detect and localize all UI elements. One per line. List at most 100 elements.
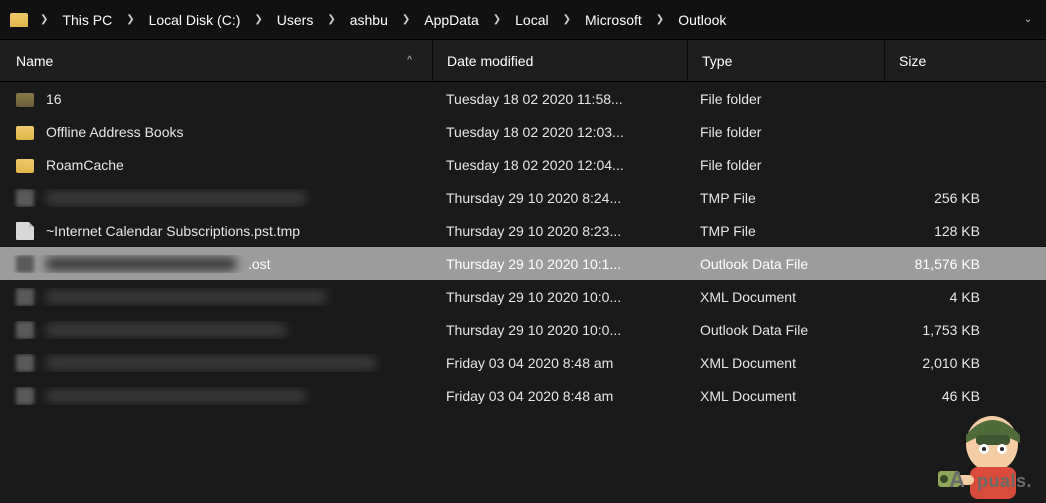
table-row[interactable]: Friday 03 04 2020 8:48 amXML Document2,0… <box>0 346 1046 379</box>
header-type[interactable]: Type <box>688 40 884 81</box>
header-label: Date modified <box>447 53 533 69</box>
blur-icon <box>16 255 34 273</box>
table-row[interactable]: RoamCache Tuesday 18 02 2020 12:04...File… <box>0 148 1046 181</box>
sort-indicator-icon: ^ <box>407 55 412 66</box>
blur-icon <box>16 321 34 339</box>
folder-icon <box>16 126 34 140</box>
watermark-overlay: Appuals. <box>892 409 1042 499</box>
cell-date: Friday 03 04 2020 8:48 am <box>432 355 686 371</box>
breadcrumb-item[interactable]: AppData <box>418 12 484 28</box>
table-row[interactable]: Thursday 29 10 2020 10:0...XML Document4… <box>0 280 1046 313</box>
file-name: 16 <box>46 91 62 107</box>
breadcrumb-item[interactable]: Local Disk (C:) <box>143 12 247 28</box>
cell-name <box>0 387 432 405</box>
cell-name: 16 <box>0 91 432 107</box>
cell-name <box>0 321 432 339</box>
breadcrumb[interactable]: ❯ This PC ❯ Local Disk (C:) ❯ Users ❯ as… <box>0 0 1046 40</box>
table-row[interactable]: Offline Address Books Tuesday 18 02 2020 … <box>0 115 1046 148</box>
breadcrumb-item[interactable]: Microsoft <box>579 12 648 28</box>
file-list: 16Tuesday 18 02 2020 11:58...File folder… <box>0 82 1046 412</box>
watermark-text: Appuals. <box>949 467 1032 493</box>
redacted-name <box>46 257 236 271</box>
cell-type: XML Document <box>686 355 882 371</box>
cell-type: XML Document <box>686 289 882 305</box>
file-name: .ost <box>248 256 271 272</box>
cell-name: .ost <box>0 255 432 273</box>
breadcrumb-item[interactable]: Users <box>271 12 320 28</box>
table-row[interactable]: .ost Thursday 29 10 2020 10:1...Outlook D… <box>0 247 1046 280</box>
cell-date: Tuesday 18 02 2020 12:03... <box>432 124 686 140</box>
redacted-name <box>46 323 286 337</box>
chevron-right-icon[interactable]: ❯ <box>32 14 56 25</box>
redacted-name <box>46 356 376 370</box>
doc-icon <box>16 222 34 240</box>
table-row[interactable]: Thursday 29 10 2020 8:24...TMP File256 K… <box>0 181 1046 214</box>
redacted-name <box>46 290 326 304</box>
column-headers: Name ^ Date modified Type Size <box>0 40 1046 82</box>
cell-date: Friday 03 04 2020 8:48 am <box>432 388 686 404</box>
chevron-right-icon[interactable]: ❯ <box>246 14 270 25</box>
table-row[interactable]: Friday 03 04 2020 8:48 amXML Document46 … <box>0 379 1046 412</box>
header-label: Name <box>16 53 53 69</box>
file-name: Offline Address Books <box>46 124 183 140</box>
cell-size: 4 KB <box>882 289 1002 305</box>
cell-type: Outlook Data File <box>686 256 882 272</box>
folder-dim-icon <box>16 93 34 107</box>
cell-date: Tuesday 18 02 2020 11:58... <box>432 91 686 107</box>
cell-type: File folder <box>686 157 882 173</box>
cell-type: TMP File <box>686 190 882 206</box>
cell-size: 2,010 KB <box>882 355 1002 371</box>
cell-type: TMP File <box>686 223 882 239</box>
redacted-name <box>46 389 306 403</box>
breadcrumb-item[interactable]: ashbu <box>344 12 394 28</box>
header-name[interactable]: Name ^ <box>0 40 432 81</box>
cell-type: File folder <box>686 124 882 140</box>
cell-date: Tuesday 18 02 2020 12:04... <box>432 157 686 173</box>
cell-name <box>0 354 432 372</box>
chevron-right-icon[interactable]: ❯ <box>555 14 579 25</box>
cell-date: Thursday 29 10 2020 8:23... <box>432 223 686 239</box>
cell-size: 46 KB <box>882 388 1002 404</box>
cell-name <box>0 189 432 207</box>
table-row[interactable]: Thursday 29 10 2020 10:0...Outlook Data … <box>0 313 1046 346</box>
cell-date: Thursday 29 10 2020 10:0... <box>432 289 686 305</box>
cell-name: RoamCache <box>0 157 432 173</box>
breadcrumb-item[interactable]: This PC <box>56 12 118 28</box>
cell-date: Thursday 29 10 2020 10:0... <box>432 322 686 338</box>
chevron-right-icon[interactable]: ❯ <box>648 14 672 25</box>
folder-icon <box>10 13 28 27</box>
header-label: Type <box>702 53 732 69</box>
cell-size: 81,576 KB <box>882 256 1002 272</box>
cell-name: Offline Address Books <box>0 124 432 140</box>
header-size[interactable]: Size <box>885 40 1005 81</box>
blur-icon <box>16 189 34 207</box>
cell-date: Thursday 29 10 2020 10:1... <box>432 256 686 272</box>
cell-date: Thursday 29 10 2020 8:24... <box>432 190 686 206</box>
chevron-right-icon[interactable]: ❯ <box>118 14 142 25</box>
cell-size: 128 KB <box>882 223 1002 239</box>
cell-size: 1,753 KB <box>882 322 1002 338</box>
blur-icon <box>16 354 34 372</box>
table-row[interactable]: 16 Tuesday 18 02 2020 11:58...File folder <box>0 82 1046 115</box>
chevron-right-icon[interactable]: ❯ <box>394 14 418 25</box>
cell-type: XML Document <box>686 388 882 404</box>
blur-icon <box>16 387 34 405</box>
chevron-right-icon[interactable]: ❯ <box>485 14 509 25</box>
header-date[interactable]: Date modified <box>433 40 687 81</box>
file-name: ~Internet Calendar Subscriptions.pst.tmp <box>46 223 300 239</box>
blur-icon <box>16 288 34 306</box>
file-name: RoamCache <box>46 157 124 173</box>
cell-type: File folder <box>686 91 882 107</box>
table-row[interactable]: ~Internet Calendar Subscriptions.pst.tmp… <box>0 214 1046 247</box>
folder-icon <box>16 159 34 173</box>
cell-type: Outlook Data File <box>686 322 882 338</box>
breadcrumb-item[interactable]: Outlook <box>672 12 732 28</box>
cell-name <box>0 288 432 306</box>
redacted-name <box>46 191 306 205</box>
chevron-down-icon[interactable]: ⌄ <box>1016 14 1040 25</box>
cell-size: 256 KB <box>882 190 1002 206</box>
header-label: Size <box>899 53 926 69</box>
breadcrumb-item[interactable]: Local <box>509 12 554 28</box>
chevron-right-icon[interactable]: ❯ <box>319 14 343 25</box>
cell-name: ~Internet Calendar Subscriptions.pst.tmp <box>0 222 432 240</box>
